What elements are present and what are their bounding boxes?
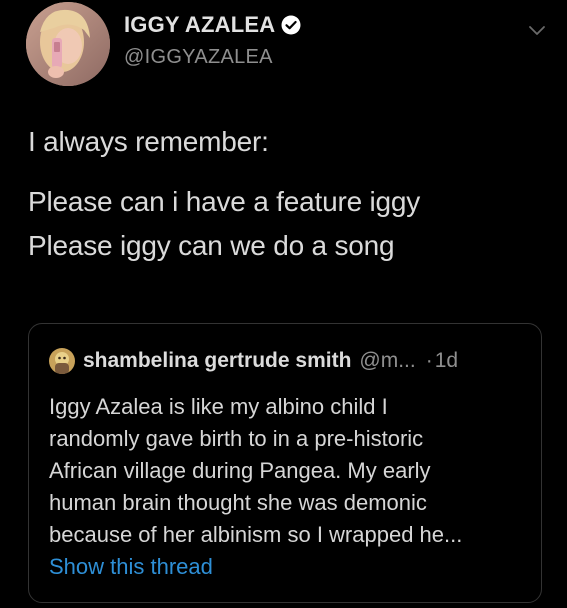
- quoted-tweet-text-line: Iggy Azalea is like my albino child I: [49, 394, 388, 419]
- tweet-text-line: Please can i have a feature iggy: [28, 186, 421, 217]
- quoted-tweet-text-line: African village during Pangea. My early: [49, 458, 431, 483]
- author-name-row: IGGY AZALEA: [124, 12, 301, 38]
- verified-badge-icon: [281, 15, 301, 35]
- author-handle[interactable]: @IGGYAZALEA: [124, 46, 273, 69]
- quoted-author-display-name[interactable]: shambelina gertrude smith: [83, 349, 351, 373]
- tweet-text-line: Please iggy can we do a song: [28, 230, 395, 261]
- quoted-tweet-text-line: human brain thought she was demonic: [49, 490, 427, 515]
- quoted-tweet-text-line: randomly gave birth to in a pre-historic: [49, 426, 424, 451]
- author-display-name[interactable]: IGGY AZALEA: [124, 12, 275, 38]
- tweet-text-line: I always remember:: [28, 126, 269, 157]
- author-avatar-image: [26, 2, 110, 86]
- quoted-tweet-timestamp[interactable]: 1d: [435, 349, 458, 373]
- separator-dot: ·: [425, 349, 433, 372]
- chevron-down-icon[interactable]: [528, 24, 546, 36]
- quoted-author-avatar-image: [49, 348, 75, 374]
- quoted-tweet-text-line: because of her albinism so I wrapped he.…: [49, 522, 463, 547]
- quoted-tweet-header: shambelina gertrude smith @m... · 1d: [49, 348, 458, 374]
- show-thread-link[interactable]: Show this thread: [49, 554, 213, 580]
- quoted-author-handle[interactable]: @m...: [359, 349, 415, 373]
- quoted-author-avatar[interactable]: [49, 348, 75, 374]
- quoted-tweet-card[interactable]: shambelina gertrude smith @m... · 1d Igg…: [28, 323, 542, 603]
- author-avatar[interactable]: [26, 2, 110, 86]
